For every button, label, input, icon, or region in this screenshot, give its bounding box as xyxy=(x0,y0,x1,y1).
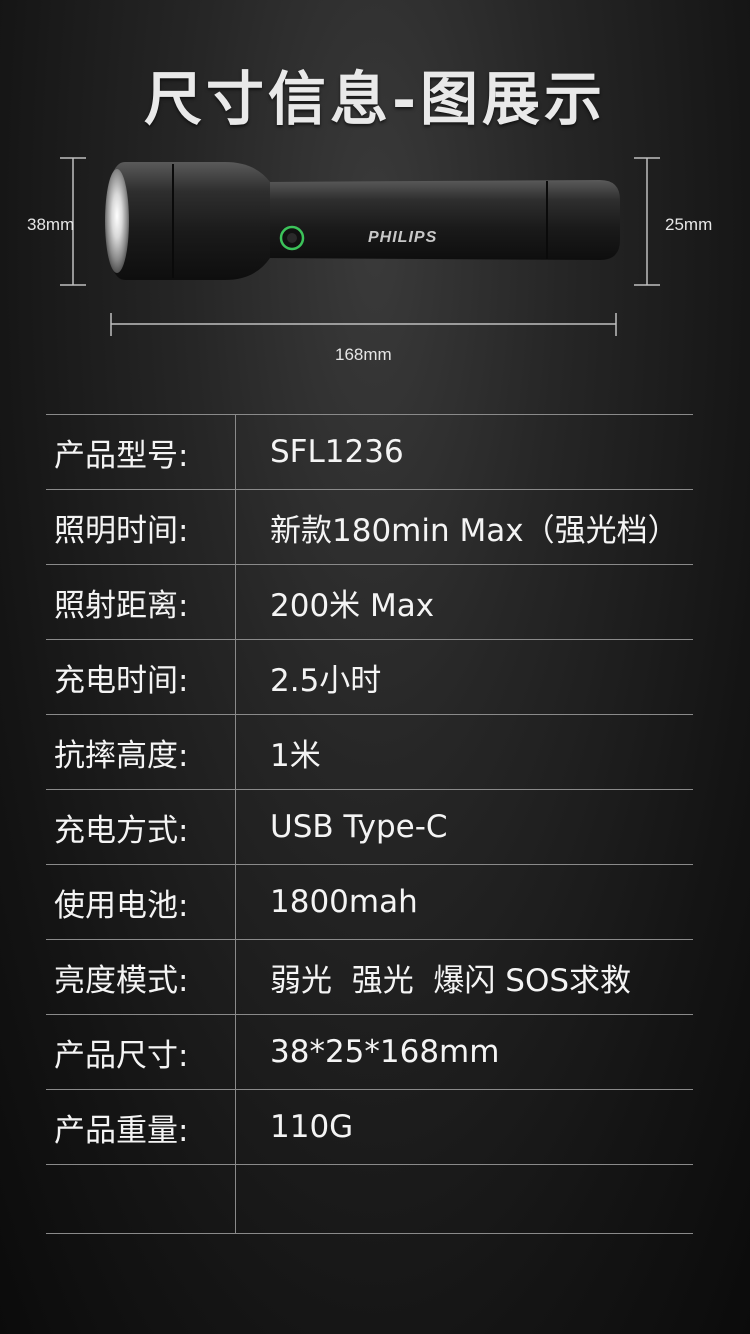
spec-row: 产品尺寸: 38*25*168mm xyxy=(46,1014,693,1090)
specs-table: 产品型号: SFL1236 照明时间: 新款180min Max（强光档） 照射… xyxy=(46,414,693,1234)
spec-label: 亮度模式: xyxy=(46,939,236,1015)
spec-row: 抗摔高度: 1米 xyxy=(46,714,693,790)
spec-row: 使用电池: 1800mah xyxy=(46,864,693,940)
flashlight-image xyxy=(105,162,620,280)
spec-row: 照明时间: 新款180min Max（强光档） xyxy=(46,489,693,565)
spec-value: 1800mah xyxy=(235,864,693,940)
spec-row: 产品型号: SFL1236 xyxy=(46,414,693,490)
spec-row: 充电方式: USB Type-C xyxy=(46,789,693,865)
spec-label xyxy=(46,1164,236,1234)
spec-label: 充电时间: xyxy=(46,639,236,715)
spec-label: 产品重量: xyxy=(46,1089,236,1165)
spec-value: 弱光 强光 爆闪 SOS求救 xyxy=(235,939,693,1015)
spec-row: 亮度模式: 弱光 强光 爆闪 SOS求救 xyxy=(46,939,693,1015)
spec-value: 1米 xyxy=(235,714,693,790)
spec-row: 照射距离: 200米 Max xyxy=(46,564,693,640)
spec-label: 照射距离: xyxy=(46,564,236,640)
spec-value: 新款180min Max（强光档） xyxy=(235,489,693,565)
spec-label: 使用电池: xyxy=(46,864,236,940)
spec-label: 产品型号: xyxy=(46,414,236,490)
spec-value: 110G xyxy=(235,1089,693,1165)
spec-row: 产品重量: 110G xyxy=(46,1089,693,1165)
spec-label: 抗摔高度: xyxy=(46,714,236,790)
spec-row-empty xyxy=(46,1164,693,1234)
spec-value: USB Type-C xyxy=(235,789,693,865)
spec-value: 38*25*168mm xyxy=(235,1014,693,1090)
spec-value xyxy=(235,1164,693,1234)
length-label: 168mm xyxy=(335,345,392,364)
spec-label: 产品尺寸: xyxy=(46,1014,236,1090)
brand-logo: PHILIPS xyxy=(368,229,438,246)
spec-value: 2.5小时 xyxy=(235,639,693,715)
tail-diameter-label: 25mm xyxy=(665,215,713,234)
spec-row: 充电时间: 2.5小时 xyxy=(46,639,693,715)
spec-value: SFL1236 xyxy=(235,414,693,490)
spec-label: 充电方式: xyxy=(46,789,236,865)
spec-label: 照明时间: xyxy=(46,489,236,565)
head-diameter-label: 38mm xyxy=(27,215,75,234)
spec-value: 200米 Max xyxy=(235,564,693,640)
